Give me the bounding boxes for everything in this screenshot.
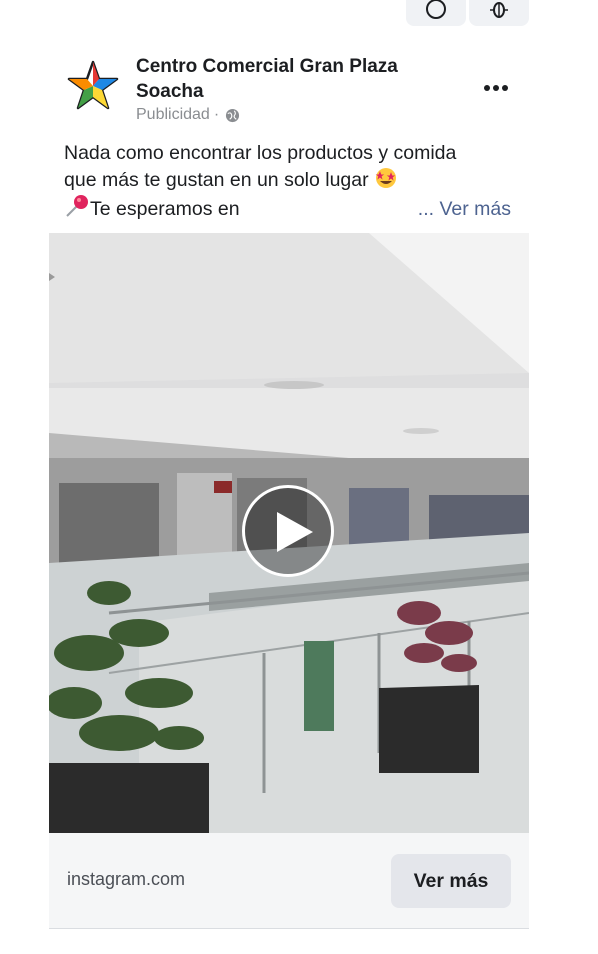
play-icon [277, 512, 313, 552]
meta-separator: · [213, 106, 220, 123]
bug-report-button[interactable] [469, 0, 529, 26]
page-avatar[interactable] [67, 60, 119, 112]
more-options-button[interactable] [479, 74, 513, 102]
bug-icon [490, 2, 508, 18]
caption-line-1: Nada como encontrar los productos y comi… [64, 142, 457, 164]
sponsored-label[interactable]: Publicidad [136, 106, 210, 124]
post-caption: Nada como encontrar los productos y comi… [64, 140, 511, 223]
star-struck-emoji [375, 168, 397, 188]
link-preview[interactable]: instagram.com Ver más [49, 833, 529, 929]
sponsored-post: Centro Comercial Gran Plaza Soacha Publi… [49, 44, 529, 929]
globe-icon [226, 108, 240, 122]
page-name[interactable]: Centro Comercial Gran Plaza Soacha [136, 54, 436, 104]
play-button[interactable] [242, 485, 334, 577]
post-header: Centro Comercial Gran Plaza Soacha Publi… [49, 44, 529, 132]
sponsored-meta: Publicidad · [136, 106, 240, 124]
refresh-button[interactable] [406, 0, 466, 26]
pushpin-emoji [66, 195, 88, 217]
cta-button[interactable]: Ver más [391, 854, 511, 908]
see-more-link[interactable]: ... Ver más [411, 196, 511, 223]
refresh-icon [426, 0, 446, 19]
link-domain[interactable]: instagram.com [67, 869, 185, 890]
more-options-icon [484, 85, 508, 91]
video-player[interactable] [49, 233, 529, 833]
caption-line-2: que más te gustan en un solo lugar [64, 167, 509, 194]
